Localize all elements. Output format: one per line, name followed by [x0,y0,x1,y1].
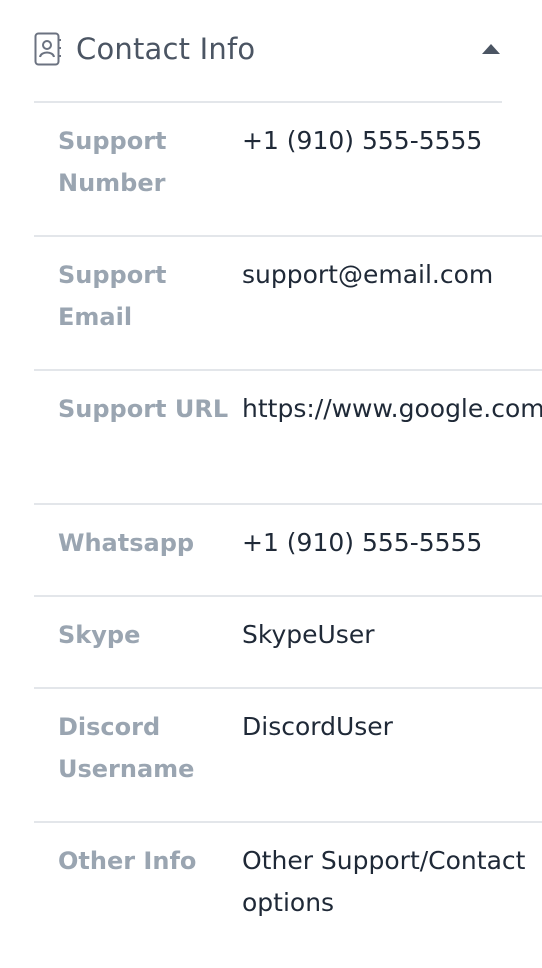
row-whatsapp: Whatsapp +1 (910) 555-5555 [34,505,542,597]
row-skype: Skype SkypeUser [34,597,542,689]
support-url-label: Support URL [58,395,229,423]
support-number-label: Support Number [58,127,167,197]
support-email-value[interactable]: support@email.com [242,254,542,369]
collapse-toggle-button[interactable] [480,38,502,60]
row-support-number: Support Number +1 (910) 555-5555 [34,103,542,237]
skype-label: Skype [58,621,141,649]
other-info-label: Other Info [58,847,197,875]
discord-username-label: Discord Username [58,713,195,783]
row-discord-username: Discord Username DiscordUser [34,689,542,823]
support-email-label: Support Email [58,261,167,331]
contact-info-header[interactable]: Contact Info [34,24,502,74]
other-info-value: Other Support/Contact options [242,846,526,917]
whatsapp-label: Whatsapp [58,529,195,557]
skype-value: SkypeUser [242,620,375,649]
whatsapp-value: +1 (910) 555-5555 [242,528,483,557]
caret-up-icon [482,44,500,54]
contact-card-icon [34,32,62,66]
row-support-url: Support URL https://www.google.com [34,371,542,505]
row-support-email: Support Email support@email.com [34,237,542,371]
discord-username-value: DiscordUser [242,712,393,741]
support-url-value[interactable]: https://www.google.com [242,388,542,503]
contact-info-table: Support Number +1 (910) 555-5555 Support… [34,103,542,957]
row-other-info: Other Info Other Support/Contact options [34,823,542,957]
section-title: Contact Info [76,32,256,66]
support-number-value: +1 (910) 555-5555 [242,126,483,155]
